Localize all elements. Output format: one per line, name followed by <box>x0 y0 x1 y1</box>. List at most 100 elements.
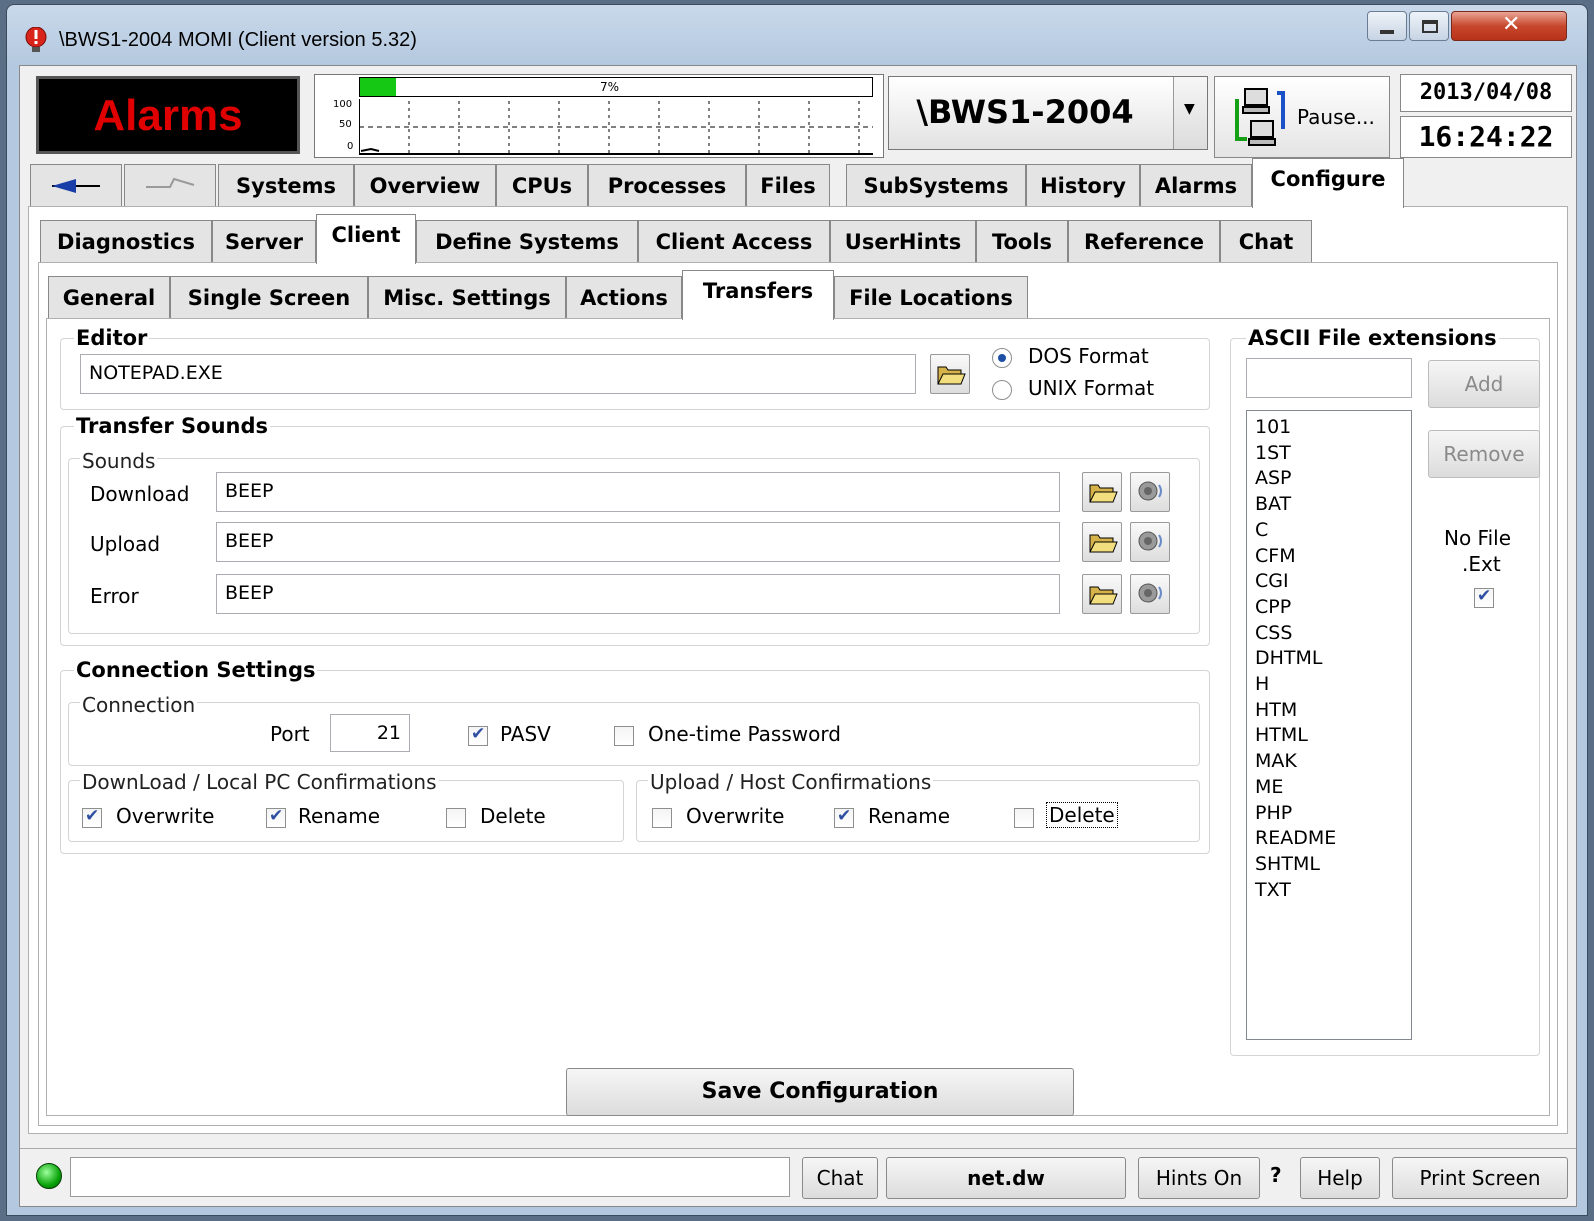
hints-toggle-button[interactable]: Hints On <box>1138 1157 1260 1199</box>
system-dropdown-button[interactable]: ▼ <box>1173 77 1207 149</box>
system-selector[interactable]: \BWS1-2004 ▼ <box>888 76 1208 150</box>
time-display: 16:24:22 <box>1400 116 1572 158</box>
tab-server[interactable]: Server <box>212 220 316 264</box>
extensions-list[interactable]: 101 1ST ASP BAT C CFM CGI CPP CSS DHTML H HTM HTML MA… <box>1246 410 1412 1040</box>
extension-list-item[interactable]: ASP <box>1255 466 1411 492</box>
extension-list-item[interactable]: DHTML <box>1255 646 1411 672</box>
tab-alarms[interactable]: Alarms <box>1140 164 1252 208</box>
extension-list-item[interactable]: HTM <box>1255 698 1411 724</box>
extension-list-item[interactable]: H <box>1255 672 1411 698</box>
extension-list-item[interactable]: README <box>1255 826 1411 852</box>
upload-rename-checkbox[interactable] <box>834 806 854 828</box>
upload-sound-play-button[interactable] <box>1130 522 1170 562</box>
graph-tick-100: 100 <box>333 99 353 110</box>
download-sound-browse-button[interactable] <box>1082 472 1122 512</box>
tab-files[interactable]: Files <box>746 164 830 208</box>
alarm-bulb-icon <box>25 27 47 52</box>
help-button[interactable]: Help <box>1300 1157 1380 1199</box>
error-sound-play-button[interactable] <box>1130 574 1170 614</box>
download-sound-play-button[interactable] <box>1130 472 1170 512</box>
maximize-button[interactable] <box>1409 11 1449 41</box>
nav-back-button[interactable] <box>30 164 122 208</box>
tab-configure[interactable]: Configure <box>1252 158 1404 208</box>
tab-single-screen[interactable]: Single Screen <box>170 276 368 320</box>
extension-list-item[interactable]: 101 <box>1255 415 1411 441</box>
forward-arrow-icon <box>146 177 195 188</box>
tab-define-systems[interactable]: Define Systems <box>416 220 638 264</box>
status-chat-button[interactable]: Chat <box>802 1157 878 1199</box>
extension-list-item[interactable]: CFM <box>1255 544 1411 570</box>
upload-overwrite-checkbox[interactable] <box>652 808 672 828</box>
extension-list-item[interactable]: HTML <box>1255 723 1411 749</box>
tab-systems[interactable]: Systems <box>218 164 354 208</box>
extension-list-item[interactable]: CPP <box>1255 595 1411 621</box>
upload-delete-label: Delete <box>1046 802 1118 828</box>
add-extension-button[interactable]: Add <box>1428 360 1540 408</box>
tab-processes[interactable]: Processes <box>588 164 746 208</box>
tab-client-access[interactable]: Client Access <box>638 220 830 264</box>
tab-misc-settings[interactable]: Misc. Settings <box>368 276 566 320</box>
tab-userhints[interactable]: UserHints <box>830 220 976 264</box>
tab-reference[interactable]: Reference <box>1068 220 1220 264</box>
upload-sound-browse-button[interactable] <box>1082 522 1122 562</box>
pasv-checkbox[interactable] <box>468 724 488 746</box>
close-button[interactable]: ✕ <box>1451 11 1567 41</box>
upload-sound-input[interactable]: BEEP <box>216 522 1060 562</box>
extension-list-item[interactable]: SHTML <box>1255 852 1411 878</box>
tab-general[interactable]: General <box>48 276 170 320</box>
tab-cpus[interactable]: CPUs <box>496 164 588 208</box>
remove-extension-button[interactable]: Remove <box>1428 430 1540 478</box>
extension-list-item[interactable]: C <box>1255 518 1411 544</box>
no-file-ext-checkbox[interactable] <box>1474 586 1494 608</box>
pause-button[interactable]: Pause... <box>1214 76 1390 158</box>
extension-list-item[interactable]: CGI <box>1255 569 1411 595</box>
alarms-indicator[interactable]: Alarms <box>36 76 300 154</box>
extension-list-item[interactable]: PHP <box>1255 801 1411 827</box>
extension-list-item[interactable]: TXT <box>1255 878 1411 904</box>
error-sound-browse-button[interactable] <box>1082 574 1122 614</box>
tab-overview[interactable]: Overview <box>354 164 496 208</box>
editor-browse-button[interactable] <box>930 354 970 394</box>
editor-title: Editor <box>74 326 150 350</box>
nav-forward-button[interactable] <box>124 164 216 208</box>
dos-format-radio[interactable] <box>992 348 1012 368</box>
cpu-percent: 7% <box>600 80 620 94</box>
error-sound-input[interactable]: BEEP <box>216 574 1060 614</box>
date-display: 2013/04/08 <box>1400 74 1572 112</box>
extension-list-item[interactable]: CSS <box>1255 621 1411 647</box>
one-time-password-checkbox[interactable] <box>614 726 634 746</box>
extension-list-item[interactable]: ME <box>1255 775 1411 801</box>
download-delete-checkbox[interactable] <box>446 808 466 828</box>
no-file-ext-label-2: .Ext <box>1462 552 1501 576</box>
port-input[interactable]: 21 <box>330 714 410 752</box>
extension-list-item[interactable]: MAK <box>1255 749 1411 775</box>
unix-format-radio[interactable] <box>992 380 1012 400</box>
editor-path-input[interactable]: NOTEPAD.EXE <box>80 354 916 394</box>
extension-list-item[interactable]: 1ST <box>1255 441 1411 467</box>
tab-chat[interactable]: Chat <box>1220 220 1312 264</box>
host-display-button[interactable]: net.dw <box>886 1157 1126 1199</box>
download-sound-input[interactable]: BEEP <box>216 472 1060 512</box>
upload-delete-checkbox[interactable] <box>1014 808 1034 828</box>
title-bar[interactable]: \BWS1-2004 MOMI (Client version 5.32) ✕ <box>7 5 1587 63</box>
download-rename-checkbox[interactable] <box>266 806 286 828</box>
tab-client[interactable]: Client <box>316 214 416 264</box>
open-folder-icon <box>937 366 966 385</box>
download-overwrite-checkbox[interactable] <box>82 806 102 828</box>
extension-input[interactable] <box>1246 358 1412 398</box>
question-icon[interactable]: ? <box>1270 1163 1282 1187</box>
unix-format-label: UNIX Format <box>1028 376 1155 400</box>
tab-history[interactable]: History <box>1026 164 1140 208</box>
print-screen-button[interactable]: Print Screen <box>1392 1157 1568 1199</box>
tab-tools[interactable]: Tools <box>976 220 1068 264</box>
tab-transfers[interactable]: Transfers <box>682 270 834 320</box>
save-configuration-button[interactable]: Save Configuration <box>566 1068 1074 1116</box>
tab-file-locations[interactable]: File Locations <box>834 276 1028 320</box>
download-sound-label: Download <box>90 482 190 506</box>
tab-actions[interactable]: Actions <box>566 276 682 320</box>
no-file-ext-label: No File <box>1444 526 1512 550</box>
extension-list-item[interactable]: BAT <box>1255 492 1411 518</box>
tab-subsystems[interactable]: SubSystems <box>846 164 1026 208</box>
minimize-button[interactable] <box>1367 11 1407 41</box>
tab-diagnostics[interactable]: Diagnostics <box>40 220 212 264</box>
